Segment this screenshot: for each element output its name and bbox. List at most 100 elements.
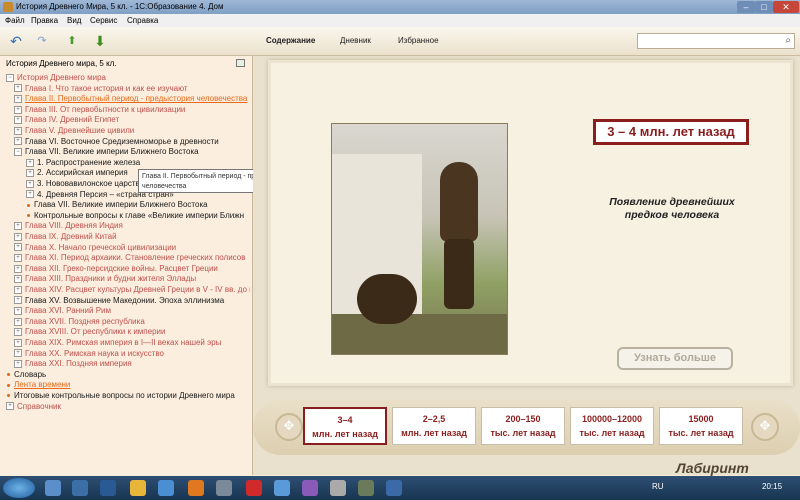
- explorer-icon[interactable]: [45, 480, 61, 496]
- expand-icon[interactable]: +: [14, 338, 22, 347]
- sidebar-toggle-icon[interactable]: [236, 59, 245, 67]
- expand-icon[interactable]: +: [14, 95, 22, 104]
- tree-item[interactable]: Контрольные вопросы к главе «Великие имп…: [0, 210, 250, 221]
- expand-icon[interactable]: +: [14, 317, 22, 326]
- tree-item[interactable]: − История Древнего мира: [0, 72, 250, 83]
- expand-icon[interactable]: +: [14, 243, 22, 252]
- expand-icon[interactable]: +: [14, 222, 22, 231]
- tree-item[interactable]: +1. Распространение железа: [0, 157, 250, 168]
- tree-item[interactable]: + Глава V. Древнейшие цивили: [0, 125, 250, 136]
- tree-item[interactable]: + Глава IX. Древний Китай: [0, 231, 250, 242]
- tree-item-label: Глава IX. Древний Китай: [25, 232, 117, 241]
- tree-item[interactable]: + Глава VI. Восточное Средиземноморье в д…: [0, 136, 250, 147]
- firefox-icon[interactable]: [188, 480, 204, 496]
- tree-item-label: Глава XVII. Поздняя республика: [25, 316, 145, 326]
- forward-icon[interactable]: ↷: [34, 33, 50, 49]
- expand-icon[interactable]: +: [14, 137, 22, 146]
- tree-item[interactable]: + Глава VIII. Древняя Индия: [0, 220, 250, 231]
- tree-item[interactable]: + Глава XIV. Расцвет культуры Древней Гре…: [0, 284, 250, 295]
- menu-help[interactable]: Справка: [127, 16, 158, 25]
- expand-icon[interactable]: +: [26, 158, 34, 167]
- tree-item-label: Глава VII. Великие империи Ближнего Вост…: [25, 147, 199, 157]
- search-input[interactable]: ⌕: [637, 33, 795, 49]
- tree-item[interactable]: + Глава XX. Римская наука и искусство: [0, 348, 250, 359]
- expand-icon[interactable]: +: [26, 169, 34, 178]
- expand-icon[interactable]: +: [14, 328, 22, 337]
- down-icon[interactable]: ⬇: [92, 33, 108, 49]
- tree-item[interactable]: + Глава XVIII. От республики к империи: [0, 326, 250, 337]
- collapse-icon[interactable]: −: [14, 148, 22, 157]
- expand-icon[interactable]: +: [14, 307, 22, 316]
- tree-item[interactable]: + Глава IV. Древний Египет: [0, 114, 250, 125]
- expand-icon[interactable]: +: [14, 126, 22, 135]
- language-indicator[interactable]: RU: [652, 482, 664, 491]
- tree-item[interactable]: + Глава XI. Период архаики. Становление г…: [0, 252, 250, 263]
- expand-icon[interactable]: +: [14, 264, 22, 273]
- opera-icon[interactable]: [246, 480, 262, 496]
- maximize-button[interactable]: □: [755, 1, 773, 13]
- expand-icon[interactable]: +: [6, 402, 14, 411]
- period-button[interactable]: 200–150 тыс. лет назад: [481, 407, 565, 445]
- app-icon[interactable]: [72, 480, 88, 496]
- tree-item[interactable]: + Глава XIII. Праздники и будни жителя Эл…: [0, 273, 250, 284]
- tree-item[interactable]: + Глава II. Первобытный период - предысто…: [0, 93, 250, 104]
- expand-icon[interactable]: +: [14, 116, 22, 125]
- expand-icon[interactable]: +: [14, 275, 22, 284]
- tree-item[interactable]: + Глава XV. Возвышение Македонии. Эпоха э…: [0, 295, 250, 306]
- tree-item[interactable]: Итоговые контрольные вопросы по истории …: [0, 390, 250, 401]
- app-icon[interactable]: [100, 480, 116, 496]
- expand-icon[interactable]: +: [26, 179, 34, 188]
- period-button[interactable]: 2–2,5 млн. лет назад: [392, 407, 476, 445]
- tree-item[interactable]: Глава VII. Великие империи Ближнего Вост…: [0, 199, 250, 210]
- tree-item[interactable]: + Глава XVII. Поздняя республика: [0, 316, 250, 327]
- expand-icon[interactable]: +: [14, 296, 22, 305]
- tree-item[interactable]: + Глава XXI. Поздняя империя: [0, 358, 250, 369]
- tree-item[interactable]: + Глава XIX. Римская империя в I—II веках…: [0, 337, 250, 348]
- menu-edit[interactable]: Правка: [31, 16, 58, 25]
- tree-item[interactable]: Словарь: [0, 369, 250, 380]
- app-icon[interactable]: [330, 480, 346, 496]
- app-icon[interactable]: [274, 480, 290, 496]
- expand-icon[interactable]: +: [14, 360, 22, 369]
- app-icon[interactable]: [358, 480, 374, 496]
- expand-icon[interactable]: +: [14, 105, 22, 114]
- start-button[interactable]: [3, 478, 35, 498]
- tab-diary[interactable]: Дневник: [340, 36, 371, 45]
- search-icon[interactable]: ⌕: [785, 35, 791, 46]
- tree-item[interactable]: + Глава III. От первобытности к цивилизац…: [0, 104, 250, 115]
- tree-item[interactable]: + Справочник: [0, 401, 250, 412]
- period-button[interactable]: 15000 тыс. лет назад: [659, 407, 743, 445]
- expand-icon[interactable]: +: [14, 349, 22, 358]
- tab-favorites[interactable]: Избранное: [398, 36, 439, 45]
- prev-period-icon[interactable]: ✥: [275, 413, 303, 441]
- collapse-icon[interactable]: −: [6, 73, 14, 82]
- tree-item[interactable]: + Глава I. Что такое история и как ее изу…: [0, 83, 250, 94]
- menu-view[interactable]: Вид: [67, 16, 81, 25]
- period-button[interactable]: 100000–12000 тыс. лет назад: [570, 407, 654, 445]
- tab-contents[interactable]: Содержание: [266, 36, 315, 45]
- app-icon[interactable]: [216, 480, 232, 496]
- next-period-icon[interactable]: ✥: [751, 413, 779, 441]
- minimize-button[interactable]: –: [737, 1, 755, 13]
- up-icon[interactable]: ⬆: [64, 33, 80, 49]
- learn-more-button[interactable]: Узнать больше: [617, 347, 733, 370]
- app-icon[interactable]: [386, 480, 402, 496]
- folder-icon[interactable]: [130, 480, 146, 496]
- tree-item[interactable]: Лента времени: [0, 379, 250, 390]
- expand-icon[interactable]: +: [26, 190, 34, 199]
- period-button[interactable]: 3–4 млн. лет назад: [303, 407, 387, 445]
- expand-icon[interactable]: +: [14, 84, 22, 93]
- tree-item[interactable]: + Глава X. Начало греческой цивилизации: [0, 242, 250, 253]
- expand-icon[interactable]: +: [14, 285, 22, 294]
- menu-file[interactable]: Файл: [5, 16, 25, 25]
- tree-item[interactable]: + Глава XII. Греко-персидские войны. Расц…: [0, 263, 250, 274]
- close-button[interactable]: ✕: [773, 1, 799, 13]
- menu-service[interactable]: Сервис: [90, 16, 117, 25]
- expand-icon[interactable]: +: [14, 254, 22, 263]
- expand-icon[interactable]: +: [14, 232, 22, 241]
- ie-icon[interactable]: [158, 480, 174, 496]
- tree-item[interactable]: − Глава VII. Великие империи Ближнего Вос…: [0, 146, 250, 157]
- tree-item[interactable]: + Глава XVI. Ранний Рим: [0, 305, 250, 316]
- back-icon[interactable]: ↶: [8, 33, 24, 49]
- app-icon[interactable]: [302, 480, 318, 496]
